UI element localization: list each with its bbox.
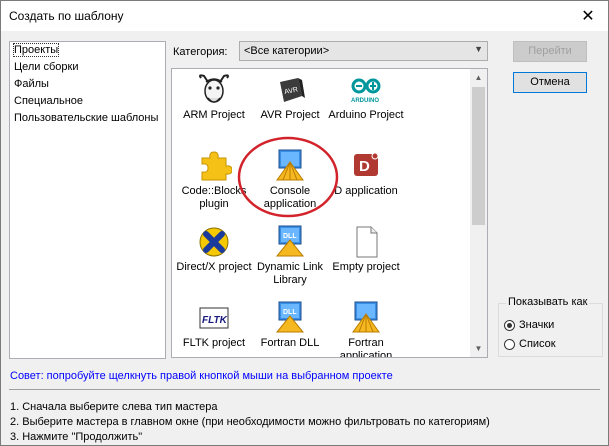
- svg-text:FLTK: FLTK: [202, 315, 228, 326]
- radio-selected-icon: [504, 319, 515, 331]
- template-label: Empty project: [332, 261, 400, 273]
- category-label: Категория:: [173, 46, 228, 58]
- template-label: Fortran application: [339, 337, 393, 358]
- scroll-up-icon[interactable]: ▲: [470, 69, 487, 86]
- svg-text:ARDUINO: ARDUINO: [351, 98, 379, 104]
- template-label: Console application: [263, 185, 317, 210]
- puzzle-icon: [201, 151, 232, 181]
- template-grid-scrollbar[interactable]: ▲ ▼: [470, 69, 487, 357]
- template-label: Fortran DLL: [260, 337, 320, 349]
- template-fltk-project[interactable]: FLTK FLTK project: [172, 297, 256, 357]
- close-icon: ✕: [581, 8, 595, 25]
- template-arduino-project[interactable]: ARDUINO Arduino Project: [324, 69, 408, 145]
- dialog-window: Создать по шаблону ✕ Проекты Цели сборки…: [0, 0, 609, 446]
- template-label: ARM Project: [183, 109, 245, 121]
- template-label: D application: [334, 185, 398, 197]
- template-fortran-application[interactable]: Fortran application: [324, 297, 408, 358]
- title-bar: Создать по шаблону ✕: [1, 1, 608, 31]
- wizard-type-list[interactable]: Проекты Цели сборки Файлы Специальное По…: [9, 41, 166, 359]
- dll-icon: DLL: [275, 225, 305, 257]
- gnu-icon: [199, 74, 229, 103]
- go-button[interactable]: Перейти: [513, 41, 587, 62]
- tip-text: Совет: попробуйте щелкнуть правой кнопко…: [10, 370, 393, 382]
- template-console-application[interactable]: Console application: [248, 145, 332, 221]
- sidebar-item-projects[interactable]: Проекты: [10, 42, 165, 59]
- fortran-app-icon: [352, 301, 380, 333]
- template-dynamic-link-library[interactable]: DLL Dynamic Link Library: [248, 221, 332, 297]
- template-empty-project[interactable]: Empty project: [324, 221, 408, 297]
- scroll-down-icon[interactable]: ▼: [470, 340, 487, 357]
- close-button[interactable]: ✕: [568, 1, 608, 31]
- arduino-icon: ARDUINO: [351, 78, 381, 104]
- steps-list: 1. Сначала выберите слева тип мастера 2.…: [10, 400, 490, 445]
- directx-icon: [199, 227, 229, 257]
- sidebar-item-build-targets[interactable]: Цели сборки: [10, 59, 165, 76]
- sidebar-item-label: Цели сборки: [14, 61, 79, 73]
- view-mode-legend: Показывать как: [506, 296, 590, 308]
- cancel-button[interactable]: Отмена: [513, 72, 587, 93]
- window-title: Создать по шаблону: [9, 9, 124, 23]
- scroll-thumb[interactable]: [472, 87, 485, 225]
- svg-text:DLL: DLL: [283, 233, 297, 240]
- sidebar-item-special[interactable]: Специальное: [10, 93, 165, 110]
- svg-text:D: D: [359, 158, 370, 175]
- chevron-down-icon: ▼: [474, 44, 483, 54]
- template-label: Code::Blocks plugin: [181, 185, 247, 210]
- template-arm-project[interactable]: ARM Project: [172, 69, 256, 145]
- d-lang-icon: D: [354, 152, 379, 176]
- template-grid[interactable]: ARM Project AVR AVR Project ARDUINO Ardu…: [171, 68, 488, 358]
- template-label: Dynamic Link Library: [256, 261, 324, 286]
- sidebar-item-user-templates[interactable]: Пользовательские шаблоны: [10, 110, 165, 127]
- empty-file-icon: [356, 226, 378, 258]
- view-list-label: Список: [519, 338, 556, 350]
- template-codeblocks-plugin[interactable]: Code::Blocks plugin: [172, 145, 256, 221]
- template-label: Arduino Project: [328, 109, 404, 121]
- fortran-dll-icon: DLL: [275, 301, 305, 333]
- template-label: FLTK project: [182, 337, 246, 349]
- template-directx-project[interactable]: Direct/X project: [172, 221, 256, 297]
- template-avr-project[interactable]: AVR AVR Project: [248, 69, 332, 145]
- category-select[interactable]: <Все категории> ▼: [239, 41, 488, 61]
- sidebar-item-label: Файлы: [14, 78, 49, 90]
- step-item: 1. Сначала выберите слева тип мастера: [10, 401, 218, 413]
- category-select-value: <Все категории>: [244, 45, 330, 57]
- sidebar-item-files[interactable]: Файлы: [10, 76, 165, 93]
- divider: [9, 389, 600, 390]
- avr-chip-icon: AVR: [280, 78, 305, 102]
- view-icons-radio[interactable]: Значки: [504, 319, 554, 331]
- view-list-radio[interactable]: Список: [504, 338, 556, 350]
- fltk-icon: FLTK: [199, 307, 229, 329]
- sidebar-item-label: Пользовательские шаблоны: [14, 112, 159, 124]
- step-item: 2. Выберите мастера в главном окне (при …: [10, 416, 490, 428]
- view-icons-label: Значки: [519, 319, 555, 331]
- template-d-application[interactable]: D D application: [324, 145, 408, 221]
- radio-unselected-icon: [504, 338, 515, 350]
- sidebar-item-label: Специальное: [14, 95, 84, 107]
- svg-text:DLL: DLL: [283, 309, 297, 316]
- step-item: 3. Нажмите "Продолжить": [10, 431, 143, 443]
- template-label: AVR Project: [260, 109, 320, 121]
- console-app-icon: [276, 149, 304, 181]
- template-label: Direct/X project: [176, 261, 252, 273]
- sidebar-item-label: Проекты: [12, 43, 60, 57]
- template-fortran-dll[interactable]: DLL Fortran DLL: [248, 297, 332, 357]
